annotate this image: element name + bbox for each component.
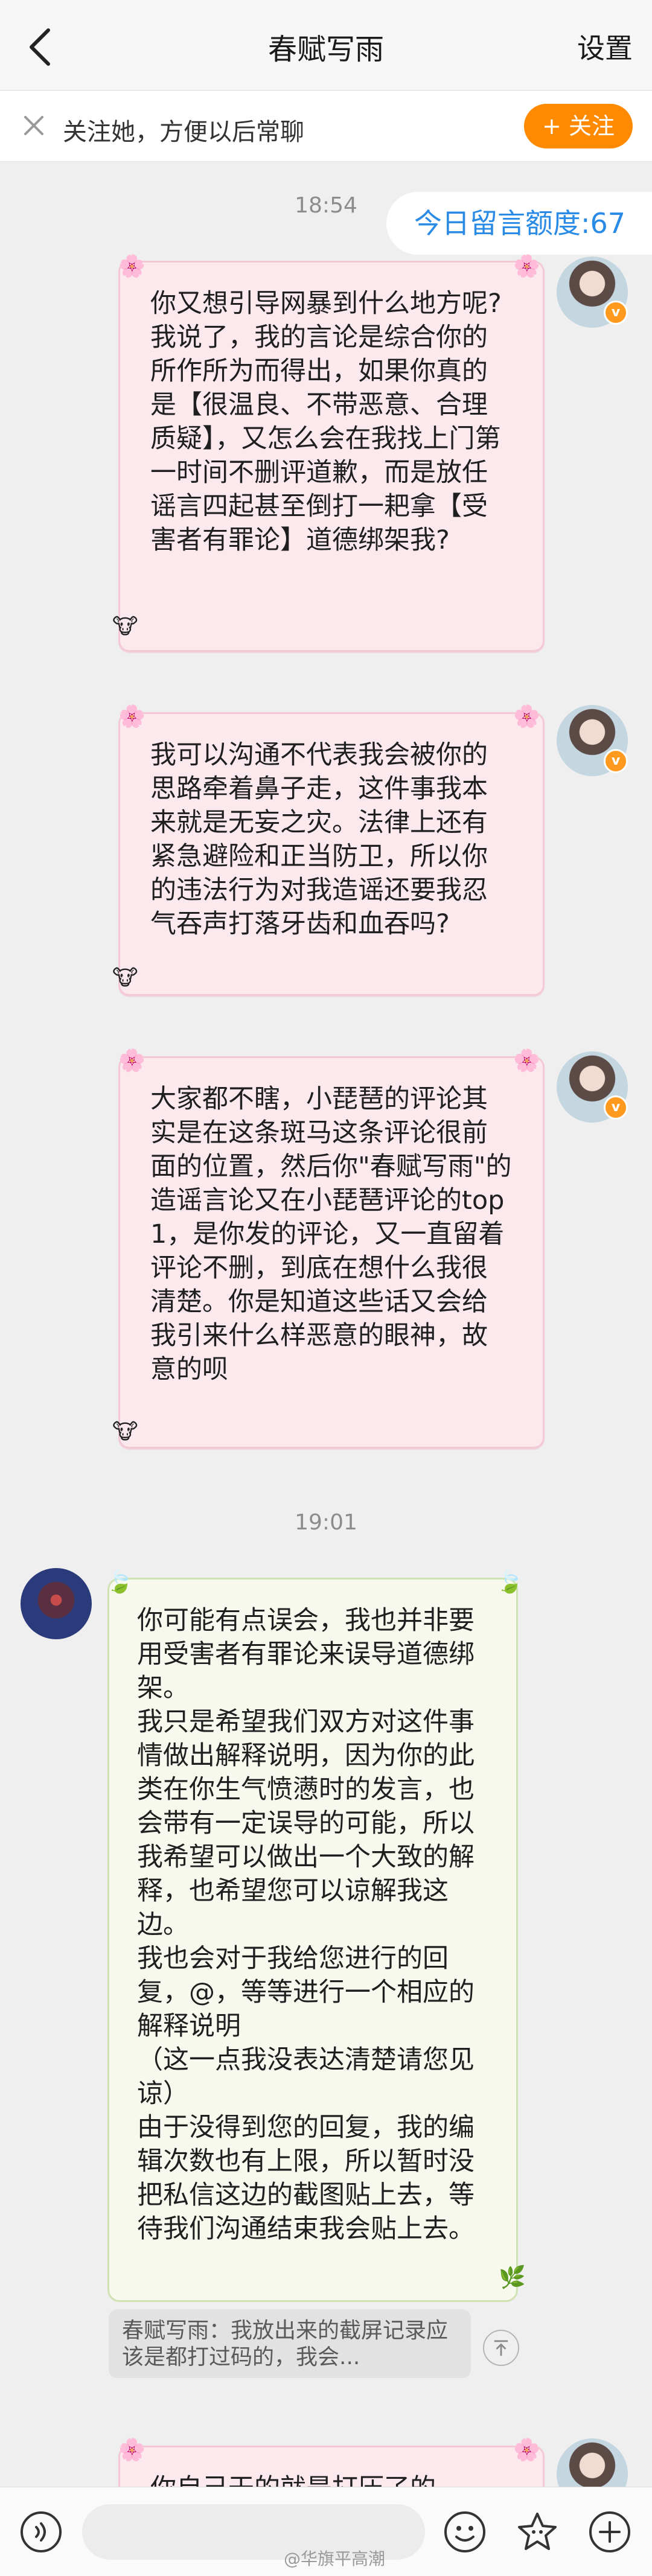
verified-badge-icon: v: [604, 1095, 628, 1120]
message-text: 你又想引导网暴到什么地方呢? 我说了，我的言论是综合你的所作所为而得出，如果你真…: [150, 289, 502, 555]
plus-icon[interactable]: [588, 2510, 631, 2554]
flower-decoration-icon: 🌸: [118, 704, 145, 729]
emoji-icon[interactable]: [443, 2510, 487, 2554]
quoted-reply[interactable]: 春赋写雨：我放出来的截屏记录应该是都打过码的，我会...: [109, 2309, 471, 2378]
message-bubble[interactable]: 你可能有点误会，我也并非要用受害者有罪论来误导道德绑架。 我只是希望我们双方对这…: [107, 1578, 518, 2302]
sticker-icon[interactable]: [516, 2510, 559, 2554]
flower-decoration-icon: 🌸: [118, 2438, 145, 2463]
cow-sticker-icon: 🐮: [112, 966, 138, 990]
flower-decoration-icon: 🌸: [513, 2438, 540, 2463]
scroll-up-icon[interactable]: [483, 2330, 519, 2366]
follow-prompt-text: 关注她，方便以后常聊: [63, 118, 304, 146]
message-bubble[interactable]: 我可以沟通不代表我会被你的思路牵着鼻子走，这件事我本来就是无妄之灾。法律上还有紧…: [118, 712, 545, 996]
avatar[interactable]: [21, 1568, 92, 1639]
watermark: @华旗平高潮: [284, 2549, 386, 2569]
message-bubble[interactable]: 大家都不瞎，小琵琶的评论其实是在这条斑马这条评论很前面的位置，然后你"春赋写雨"…: [118, 1056, 545, 1449]
follow-button[interactable]: + 关注: [524, 104, 633, 148]
cow-sticker-icon: 🐮: [112, 614, 138, 639]
message-text: 我可以沟通不代表我会被你的思路牵着鼻子走，这件事我本来就是无妄之灾。法律上还有紧…: [150, 740, 488, 939]
flower-decoration-icon: 🌸: [118, 1048, 145, 1073]
leaf-decoration-icon: 🍃: [496, 1570, 523, 1595]
settings-button[interactable]: 设置: [577, 27, 633, 66]
message-quota-badge: 今日留言额度:67: [386, 192, 652, 255]
message-text: 你可能有点误会，我也并非要用受害者有罪论来误导道德绑架。 我只是希望我们双方对这…: [137, 1605, 475, 2244]
message-text: 大家都不瞎，小琵琶的评论其实是在这条斑马这条评论很前面的位置，然后你"春赋写雨"…: [150, 1084, 512, 1385]
voice-icon[interactable]: [19, 2510, 63, 2554]
message-bubble[interactable]: 你又想引导网暴到什么地方呢? 我说了，我的言论是综合你的所作所为而得出，如果你真…: [118, 261, 545, 652]
leaf-decoration-icon: 🍃: [106, 1570, 133, 1595]
verified-badge-icon: v: [604, 301, 628, 325]
close-icon[interactable]: [21, 112, 47, 139]
flower-decoration-icon: 🌸: [513, 1048, 540, 1073]
page-title: 春赋写雨: [267, 33, 384, 66]
flower-decoration-icon: 🌸: [118, 254, 145, 279]
verified-badge-icon: v: [604, 749, 628, 773]
leaf-sticker-icon: 🌿: [499, 2265, 526, 2290]
flower-decoration-icon: 🌸: [513, 704, 540, 729]
top-bar: 春赋写雨 设置: [0, 0, 652, 91]
follow-bar: 关注她，方便以后常聊 + 关注: [0, 91, 652, 162]
flower-decoration-icon: 🌸: [513, 254, 540, 279]
cow-sticker-icon: 🐮: [112, 1420, 138, 1444]
timestamp: 19:01: [295, 1510, 357, 1535]
